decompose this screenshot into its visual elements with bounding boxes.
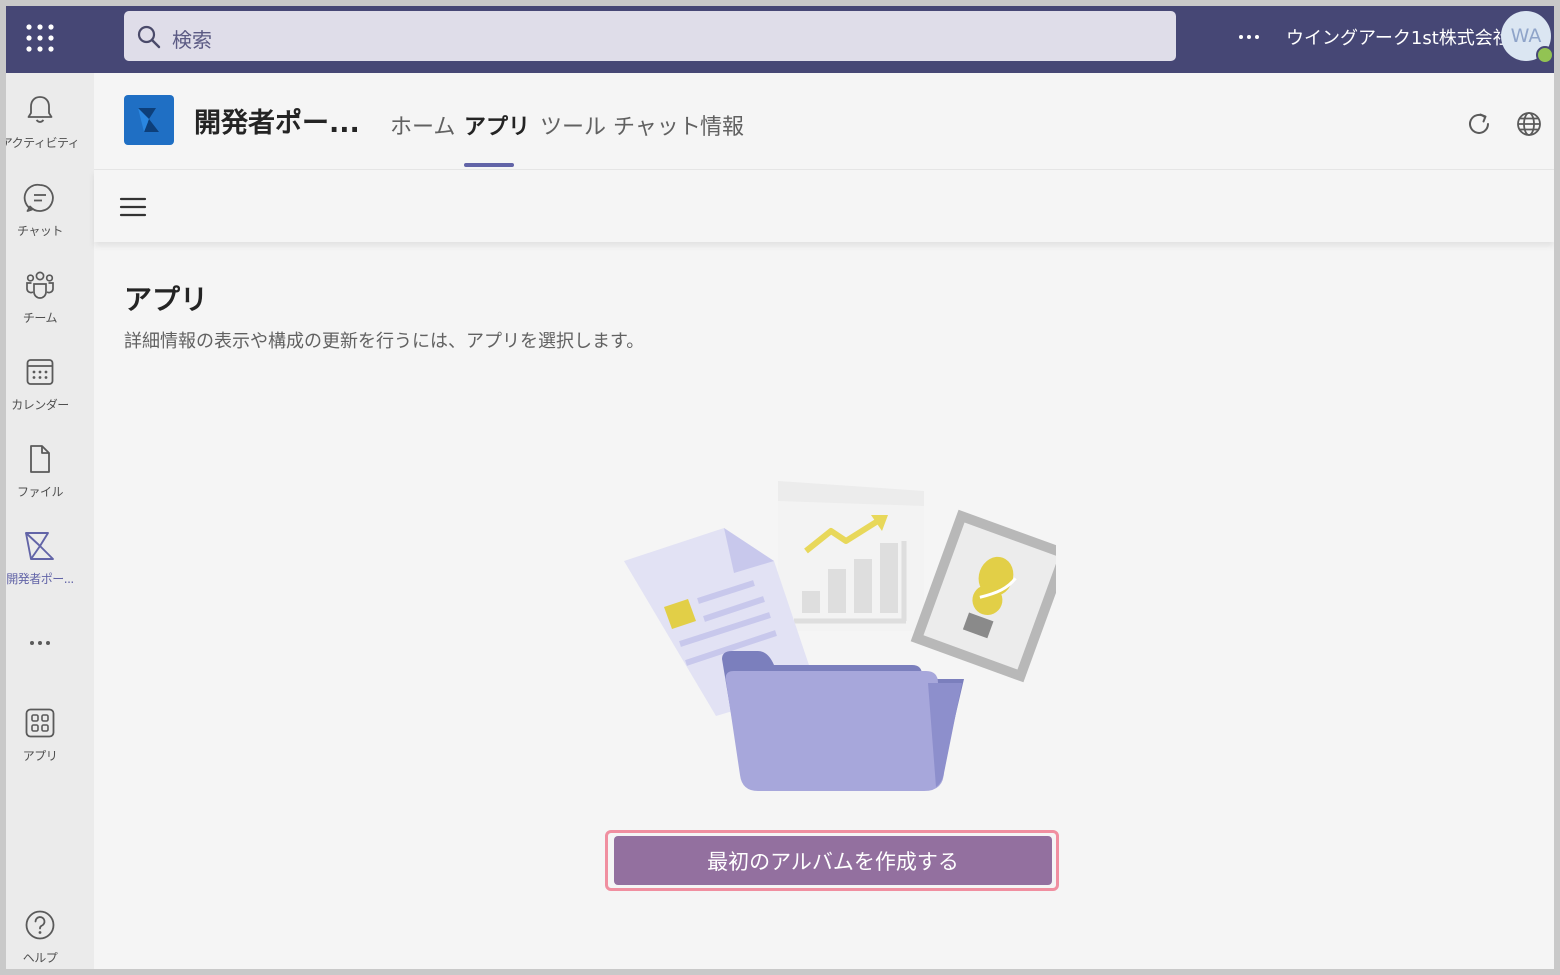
calendar-icon xyxy=(23,355,57,393)
help-icon xyxy=(23,908,57,946)
rail-item-activity[interactable]: アクティビティ xyxy=(6,93,80,169)
presence-available-icon xyxy=(1536,46,1554,64)
tab-chat[interactable]: チャット xyxy=(613,109,701,141)
rail-item-developer-portal[interactable]: 開発者ポー... xyxy=(6,529,74,605)
rail-item-label: アプリ xyxy=(22,749,58,763)
hamburger-menu-icon[interactable] xyxy=(118,192,148,222)
rail-item-calendar[interactable]: カレンダー xyxy=(6,355,74,431)
rail-item-label: カレンダー xyxy=(11,398,69,412)
app-launcher-icon[interactable] xyxy=(20,18,60,58)
tab-about[interactable]: 情報 xyxy=(700,109,744,141)
bell-icon xyxy=(23,93,57,131)
search-icon xyxy=(136,24,162,54)
more-options-icon xyxy=(23,633,57,657)
rail-item-label: 開発者ポー... xyxy=(6,572,74,586)
empty-state-illustration xyxy=(606,471,1072,801)
developer-portal-icon xyxy=(22,529,58,567)
apps-icon xyxy=(23,706,57,744)
create-first-album-button[interactable]: 最初のアルバムを作成する xyxy=(614,836,1052,885)
rail-item-apps[interactable]: アプリ xyxy=(6,706,74,782)
more-apps-button[interactable] xyxy=(6,633,74,663)
rail-item-label: チャット xyxy=(17,224,63,238)
rail-item-label: チーム xyxy=(22,311,58,325)
refresh-icon[interactable] xyxy=(1464,109,1494,139)
file-icon xyxy=(23,442,57,480)
rail-item-label: アクティビティ xyxy=(6,136,80,150)
teams-icon xyxy=(23,268,57,306)
app-title: 開発者ポー... xyxy=(194,108,360,139)
top-bar: 検索 ウイングアーク1st株式会社 WA xyxy=(6,6,1554,73)
app-logo-icon xyxy=(124,95,174,145)
rail-item-label: ファイル xyxy=(16,485,64,499)
tab-home[interactable]: ホーム xyxy=(390,109,455,141)
chat-icon xyxy=(23,181,57,219)
search-placeholder: 検索 xyxy=(172,28,212,52)
search-input[interactable]: 検索 xyxy=(124,11,1176,61)
rail-item-files[interactable]: ファイル xyxy=(6,442,74,518)
app-header: 開発者ポー... ホーム アプリ ツール チャット 情報 xyxy=(94,73,1554,170)
teams-window: 検索 ウイングアーク1st株式会社 WA アクティビティ チャット チーム カレ… xyxy=(6,6,1554,969)
app-rail: アクティビティ チャット チーム カレンダー ファイル 開発者ポー... アプリ… xyxy=(6,73,94,969)
organization-name[interactable]: ウイングアーク1st株式会社 xyxy=(1286,24,1511,50)
tab-tools[interactable]: ツール xyxy=(540,109,606,141)
page-title: アプリ xyxy=(124,283,209,316)
more-options-icon[interactable] xyxy=(1234,22,1264,52)
rail-item-teams[interactable]: チーム xyxy=(6,268,74,344)
globe-icon[interactable] xyxy=(1514,109,1544,139)
active-tab-indicator xyxy=(464,163,514,167)
rail-item-label: ヘルプ xyxy=(22,951,58,965)
rail-item-chat[interactable]: チャット xyxy=(6,181,74,257)
sub-toolbar xyxy=(94,170,1554,242)
page-description: 詳細情報の表示や構成の更新を行うには、アプリを選択します。 xyxy=(124,331,645,352)
rail-item-help[interactable]: ヘルプ xyxy=(6,908,74,969)
tab-apps[interactable]: アプリ xyxy=(464,109,530,141)
